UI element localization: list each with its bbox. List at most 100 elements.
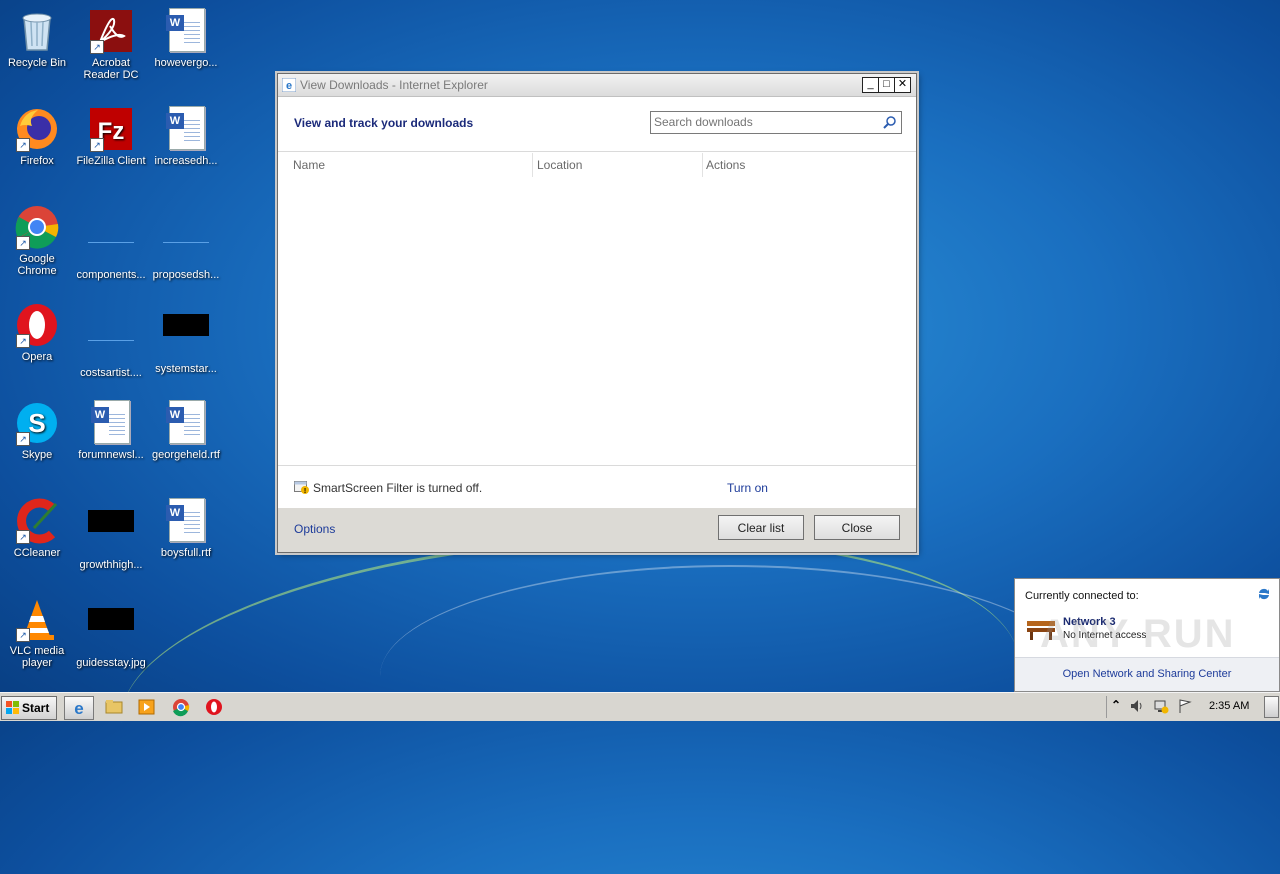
- open-network-sharing-center-link[interactable]: Open Network and Sharing Center: [1015, 668, 1279, 680]
- column-header-name[interactable]: Name: [278, 152, 531, 178]
- desktop-icon-label: FileZilla Client: [76, 155, 146, 167]
- black-thumbnail-icon: [88, 608, 134, 654]
- black-thumbnail-icon: [88, 510, 134, 556]
- desktop-icon-label: forumnewsl...: [78, 449, 144, 461]
- desktop-icon-file[interactable]: systemstar...: [149, 302, 223, 375]
- word-document-icon: W: [163, 498, 209, 544]
- desktop-icon-google-chrome[interactable]: ↗ Google Chrome: [0, 204, 74, 277]
- desktop-icon-file[interactable]: proposedsh...: [149, 204, 223, 281]
- desktop-icon-word-doc[interactable]: W georgeheld.rtf: [149, 400, 223, 461]
- taskbar-explorer-button[interactable]: [100, 696, 128, 718]
- shortcut-arrow-icon: ↗: [16, 334, 30, 348]
- column-header-actions[interactable]: Actions: [691, 152, 896, 178]
- filezilla-icon: Fz ↗: [88, 106, 134, 152]
- connected-to-label: Currently connected to:: [1025, 590, 1139, 602]
- downloads-list[interactable]: [278, 178, 916, 464]
- search-icon[interactable]: [883, 115, 897, 129]
- media-player-icon: [138, 699, 155, 715]
- chrome-icon: [173, 699, 190, 717]
- desktop-icon-label: howevergo...: [154, 57, 218, 69]
- word-document-icon: W: [163, 400, 209, 446]
- desktop-icon-label: growthhigh...: [79, 559, 143, 571]
- desktop-icon-label: Firefox: [20, 155, 54, 167]
- shortcut-arrow-icon: ↗: [16, 530, 30, 544]
- clear-list-button[interactable]: Clear list: [718, 515, 804, 540]
- desktop-icon-firefox[interactable]: ↗ Firefox: [0, 106, 74, 167]
- taskbar-opera-button[interactable]: [200, 696, 228, 718]
- desktop-icon-word-doc[interactable]: W increasedh...: [149, 106, 223, 167]
- window-titlebar[interactable]: e View Downloads - Internet Explorer _ □…: [278, 74, 916, 97]
- desktop-icon-opera[interactable]: ↗ Opera: [0, 302, 74, 363]
- desktop-icon-file[interactable]: growthhigh...: [74, 498, 148, 571]
- show-desktop-button[interactable]: [1264, 696, 1279, 718]
- desktop-icon-ccleaner[interactable]: ↗ CCleaner: [0, 498, 74, 559]
- view-downloads-window: e View Downloads - Internet Explorer _ □…: [277, 73, 917, 553]
- system-tray: ⌃: [1106, 696, 1192, 718]
- word-document-icon: W: [88, 400, 134, 446]
- shortcut-arrow-icon: ↗: [16, 628, 30, 642]
- column-header-location[interactable]: Location: [522, 152, 687, 178]
- file-thumbnail-icon: [163, 220, 209, 266]
- clock[interactable]: 2:35 AM: [1209, 700, 1249, 712]
- minimize-button[interactable]: _: [862, 77, 879, 93]
- taskbar-ie-button[interactable]: e: [64, 696, 94, 720]
- shortcut-arrow-icon: ↗: [16, 138, 30, 152]
- window-title: View Downloads - Internet Explorer: [300, 78, 488, 92]
- chrome-icon: ↗: [14, 204, 60, 250]
- turn-on-link[interactable]: Turn on: [727, 481, 768, 495]
- ie-logo-icon: e: [282, 78, 296, 92]
- desktop-icon-label: Google Chrome: [17, 253, 57, 277]
- desktop-icon-label: Recycle Bin: [7, 57, 67, 69]
- desktop-icon-label: costsartist....: [80, 367, 142, 379]
- start-label: Start: [22, 701, 50, 715]
- svg-text:S: S: [28, 408, 45, 438]
- taskbar: Start e ⌃ 2:35 AM: [0, 692, 1280, 721]
- desktop-icon-word-doc[interactable]: W boysfull.rtf: [149, 498, 223, 559]
- desktop-icon-file[interactable]: costsartist....: [74, 302, 148, 379]
- svg-text:!: !: [304, 488, 306, 494]
- ie-icon: e: [74, 699, 83, 718]
- network-popup-footer: Open Network and Sharing Center: [1015, 657, 1279, 691]
- search-input[interactable]: [651, 112, 874, 131]
- close-window-button[interactable]: ✕: [894, 77, 911, 93]
- network-status-icon[interactable]: [1153, 698, 1169, 714]
- start-button[interactable]: Start: [1, 696, 57, 720]
- vlc-cone-icon: ↗: [14, 596, 60, 642]
- desktop-icon-file[interactable]: components...: [74, 204, 148, 281]
- dialog-footer: Options Clear list Close: [278, 508, 916, 552]
- desktop-icon-vlc[interactable]: ↗ VLC media player: [0, 596, 74, 669]
- taskbar-chrome-button[interactable]: [167, 696, 195, 718]
- smartscreen-warning-icon: !: [294, 481, 309, 494]
- taskbar-media-player-button[interactable]: [133, 696, 161, 718]
- file-thumbnail-icon: [88, 318, 134, 364]
- desktop-icon-filezilla[interactable]: Fz ↗ FileZilla Client: [74, 106, 148, 167]
- recycle-bin-icon: [14, 8, 60, 54]
- black-thumbnail-icon: [163, 314, 209, 360]
- desktop-icon-label: Acrobat Reader DC: [83, 57, 139, 81]
- tray-expand-icon[interactable]: ⌃: [1111, 698, 1127, 714]
- desktop-icon-word-doc[interactable]: W howevergo...: [149, 8, 223, 69]
- options-link[interactable]: Options: [294, 522, 335, 536]
- desktop-icon-label: Skype: [21, 449, 53, 461]
- desktop-icon-skype[interactable]: S ↗ Skype: [0, 400, 74, 461]
- desktop-icon-label: components...: [76, 269, 146, 281]
- word-document-icon: W: [163, 8, 209, 54]
- smartscreen-status-text: SmartScreen Filter is turned off.: [313, 481, 483, 495]
- search-box[interactable]: [650, 111, 902, 134]
- desktop-icon-label: VLC media player: [9, 645, 65, 669]
- desktop-icon-word-doc[interactable]: W forumnewsl...: [74, 400, 148, 461]
- volume-icon[interactable]: [1129, 698, 1145, 714]
- maximize-button[interactable]: □: [878, 77, 895, 93]
- smartscreen-row: ! SmartScreen Filter is turned off. Turn…: [278, 465, 916, 509]
- desktop-icon-file[interactable]: guidesstay.jpg: [74, 596, 148, 669]
- desktop-icon-acrobat[interactable]: ↗ Acrobat Reader DC: [74, 8, 148, 81]
- acrobat-icon: ↗: [88, 8, 134, 54]
- desktop-icon-recycle-bin[interactable]: Recycle Bin: [0, 8, 74, 69]
- opera-icon: ↗: [14, 302, 60, 348]
- action-center-flag-icon[interactable]: [1177, 698, 1193, 714]
- shortcut-arrow-icon: ↗: [90, 138, 104, 152]
- ccleaner-icon: ↗: [14, 498, 60, 544]
- close-button[interactable]: Close: [814, 515, 900, 540]
- desktop-icon-label: guidesstay.jpg: [76, 657, 146, 669]
- refresh-icon[interactable]: [1257, 587, 1271, 601]
